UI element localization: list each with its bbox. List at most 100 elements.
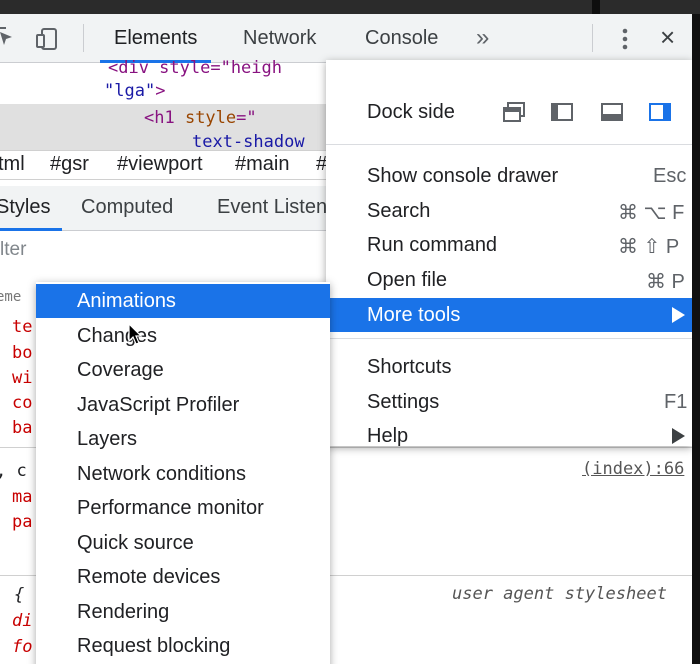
menu-item-label: Shortcuts bbox=[367, 356, 452, 378]
breadcrumb-item[interactable]: tml bbox=[0, 153, 25, 176]
submenu-item-coverage[interactable]: Coverage bbox=[36, 353, 330, 387]
submenu-arrow-icon bbox=[672, 428, 685, 444]
menu-item-shortcut: ⌘ P bbox=[646, 271, 685, 293]
menu-item-label: Show console drawer bbox=[367, 165, 559, 187]
style-prop[interactable]: ba bbox=[12, 418, 32, 438]
menu-item-label: Settings bbox=[367, 391, 440, 413]
menu-item-settings[interactable]: Settings F1 bbox=[326, 385, 692, 419]
submenu-item-javascript-profiler[interactable]: JavaScript Profiler bbox=[36, 388, 330, 422]
dom-node[interactable]: <h1 style=" bbox=[144, 108, 257, 128]
dock-right-icon[interactable] bbox=[648, 102, 672, 122]
menu-separator bbox=[326, 144, 692, 145]
menu-separator bbox=[326, 338, 692, 339]
toolbar-separator bbox=[592, 24, 593, 52]
user-agent-label: user agent stylesheet bbox=[452, 584, 667, 604]
tab-event-listeners[interactable]: Event Listen bbox=[217, 196, 327, 219]
submenu-item-remote-devices[interactable]: Remote devices bbox=[36, 560, 330, 594]
submenu-item-performance-monitor[interactable]: Performance monitor bbox=[36, 491, 330, 525]
menu-item-shortcut: Esc bbox=[653, 165, 687, 187]
dock-bottom-icon[interactable] bbox=[600, 102, 624, 122]
submenu-item-changes[interactable]: Changes bbox=[36, 319, 330, 353]
menu-item-help[interactable]: Help bbox=[326, 419, 692, 453]
source-link[interactable]: (index):66 bbox=[582, 459, 684, 479]
menu-item-open-file[interactable]: Open file ⌘ P bbox=[326, 263, 692, 297]
toolbar-separator bbox=[83, 24, 84, 52]
dom-node[interactable]: <div style="heigh bbox=[108, 58, 282, 78]
menu-item-label: Help bbox=[367, 425, 409, 447]
submenu-item-quick-source[interactable]: Quick source bbox=[36, 526, 330, 560]
submenu-item-label: Coverage bbox=[77, 359, 164, 381]
submenu-item-label: Quick source bbox=[77, 532, 194, 554]
menu-item-label: More tools bbox=[367, 304, 461, 326]
submenu-item-label: Performance monitor bbox=[77, 497, 264, 519]
undock-icon[interactable] bbox=[502, 102, 526, 122]
dom-attr-value: "lga" bbox=[104, 81, 156, 101]
submenu-item-label: Layers bbox=[77, 428, 138, 450]
dom-attr-eq: =" bbox=[236, 108, 257, 128]
menu-item-show-console-drawer[interactable]: Show console drawer Esc bbox=[326, 159, 692, 193]
breadcrumb-item[interactable]: #viewport bbox=[117, 153, 203, 176]
rule-selector: { bbox=[14, 585, 25, 605]
menu-item-label: Run command bbox=[367, 234, 498, 256]
dom-node[interactable]: text-shadow bbox=[192, 132, 305, 152]
style-prop[interactable]: bo bbox=[12, 343, 32, 363]
style-prop[interactable]: fo bbox=[12, 637, 32, 657]
menu-item-shortcut: ⌘ ⌥ F bbox=[618, 202, 685, 224]
kebab-menu-icon[interactable] bbox=[613, 26, 637, 52]
rule-selector: , c bbox=[0, 461, 27, 481]
submenu-item-rendering[interactable]: Rendering bbox=[36, 595, 330, 629]
breadcrumb-item[interactable]: #gsr bbox=[50, 153, 89, 176]
breadcrumb-item[interactable]: #main bbox=[235, 153, 289, 176]
menu-item-shortcut: ⌘ ⇧ P bbox=[618, 236, 680, 258]
more-tools-submenu: Animations Changes Coverage JavaScript P… bbox=[36, 282, 330, 664]
window-edge bbox=[692, 14, 700, 664]
window-top-strip bbox=[0, 0, 700, 14]
window-gap bbox=[592, 0, 600, 14]
submenu-item-label: Animations bbox=[77, 290, 176, 312]
style-prop[interactable]: te bbox=[12, 317, 32, 337]
more-tabs-icon[interactable]: » bbox=[476, 25, 489, 51]
menu-item-shortcut: F1 bbox=[664, 391, 688, 413]
style-prop[interactable]: di bbox=[12, 611, 32, 631]
tab-computed[interactable]: Computed bbox=[81, 196, 173, 219]
dom-tag: <h1 bbox=[144, 108, 185, 128]
submenu-item-label: Remote devices bbox=[77, 566, 221, 588]
tab-network[interactable]: Network bbox=[243, 14, 316, 63]
styles-filter-input[interactable]: lter bbox=[0, 239, 26, 261]
menu-item-more-tools[interactable]: More tools bbox=[326, 298, 692, 332]
tab-elements[interactable]: Elements bbox=[100, 14, 212, 63]
devtools-toolbar: Elements Network Console » × bbox=[0, 14, 692, 63]
submenu-item-animations[interactable]: Animations bbox=[36, 284, 330, 318]
submenu-item-layers[interactable]: Layers bbox=[36, 422, 330, 456]
menu-item-label: Open file bbox=[367, 269, 448, 291]
dom-node[interactable]: "lga"> bbox=[104, 81, 165, 101]
menu-item-label: Search bbox=[367, 200, 431, 222]
submenu-item-label: Request blocking bbox=[77, 635, 231, 657]
element-style-label: eme bbox=[0, 289, 22, 305]
style-prop[interactable]: co bbox=[12, 393, 32, 413]
mouse-cursor-icon bbox=[128, 323, 143, 345]
menu-item-search[interactable]: Search ⌘ ⌥ F bbox=[326, 194, 692, 228]
style-prop[interactable]: wi bbox=[12, 368, 32, 388]
inspect-element-icon[interactable] bbox=[0, 26, 20, 52]
dom-attr: style bbox=[184, 108, 237, 128]
submenu-item-request-blocking[interactable]: Request blocking bbox=[36, 629, 330, 663]
style-prop[interactable]: pa bbox=[12, 512, 32, 532]
style-prop[interactable]: ma bbox=[12, 487, 32, 507]
dock-side-label: Dock side bbox=[367, 101, 455, 123]
submenu-arrow-icon bbox=[672, 307, 685, 323]
tab-styles[interactable]: Styles bbox=[0, 196, 50, 219]
submenu-item-label: Rendering bbox=[77, 601, 170, 623]
devtools-panel: Elements Network Console » × <div style=… bbox=[0, 14, 692, 664]
menu-item-shortcuts[interactable]: Shortcuts bbox=[326, 350, 692, 384]
menu-item-run-command[interactable]: Run command ⌘ ⇧ P bbox=[326, 228, 692, 262]
tab-console[interactable]: Console bbox=[365, 14, 438, 63]
submenu-item-network-conditions[interactable]: Network conditions bbox=[36, 457, 330, 491]
submenu-item-label: JavaScript Profiler bbox=[77, 394, 240, 416]
close-icon[interactable]: × bbox=[660, 22, 675, 52]
device-toolbar-icon[interactable] bbox=[34, 26, 60, 52]
customize-menu: Dock side Show console drawer Esc Search… bbox=[326, 60, 692, 447]
dock-left-icon[interactable] bbox=[550, 102, 574, 122]
submenu-item-label: Network conditions bbox=[77, 463, 246, 485]
dom-tag-end: > bbox=[155, 81, 166, 101]
